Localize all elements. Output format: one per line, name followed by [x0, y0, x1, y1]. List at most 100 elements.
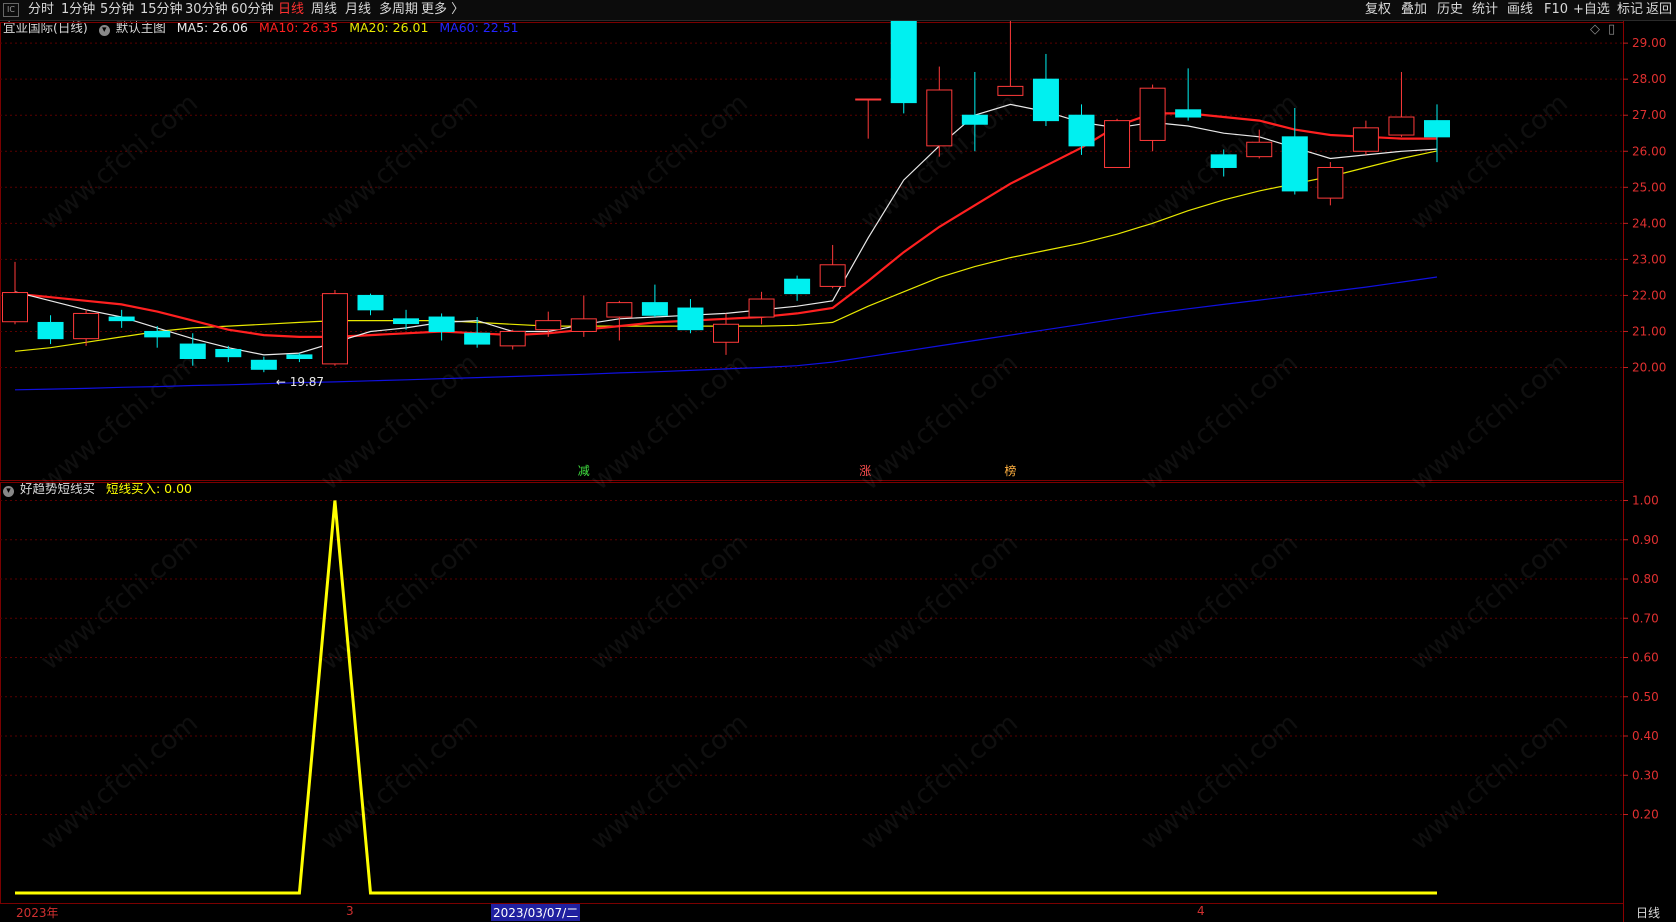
toolbar-button-4[interactable]: 画线 [1507, 2, 1533, 18]
main-y-tick-label: 26.00 [1632, 144, 1666, 158]
candle-body-up [606, 302, 633, 318]
main-y-tick-label: 27.00 [1632, 108, 1666, 122]
candle-body-up [321, 293, 348, 365]
candle-body-down [464, 332, 491, 345]
candle-body-down [286, 354, 313, 359]
toolbar-button-5[interactable]: F10 [1544, 2, 1568, 18]
candle-body-down [1424, 120, 1450, 138]
chart-area[interactable]: www.cfchi.com www.cfchi.com www.cfchi.com w… [0, 21, 1676, 922]
period-tab-2[interactable]: 5分钟 [100, 2, 134, 18]
candle-body-down [961, 114, 988, 125]
sub-y-tick-label: 0.80 [1632, 572, 1659, 586]
candle-body-up [926, 89, 953, 147]
period-tab-1[interactable]: 1分钟 [61, 2, 95, 18]
candle-body-up [1139, 87, 1166, 141]
candle-body-down [37, 321, 64, 340]
watermark-text: www.cfchi.com [35, 708, 204, 856]
period-tab-8[interactable]: 月线 [345, 2, 371, 18]
candle-body-down [641, 302, 668, 316]
candle-body-up [2, 292, 28, 323]
period-tab-6[interactable]: 日线 [278, 2, 304, 18]
y-axes: 30.0029.0028.0027.0026.0025.0024.0023.00… [1623, 36, 1666, 822]
crosshair-date-label: 2023/03/07/二 [491, 904, 581, 921]
period-tab-5[interactable]: 60分钟 [231, 2, 274, 18]
toolbar-button-1[interactable]: 叠加 [1401, 2, 1427, 18]
candle-body-up [855, 98, 882, 101]
toolbar-button-6[interactable]: +自选 [1573, 2, 1610, 18]
watermark-text: www.cfchi.com [35, 88, 204, 236]
toolbar-button-3[interactable]: 统计 [1472, 2, 1498, 18]
watermark-text: www.cfchi.com [855, 528, 1024, 676]
watermark-text: www.cfchi.com [1135, 348, 1304, 496]
candle-body-down [1175, 109, 1202, 118]
sub-y-tick-label: 0.90 [1632, 533, 1659, 547]
candle-body-down [1210, 154, 1237, 168]
watermark-text: www.cfchi.com [315, 348, 484, 496]
sub-panel-frame [0, 482, 1624, 904]
low-label: ← 19.87 [276, 375, 324, 389]
candle-body-down [144, 330, 171, 338]
candle-body-up [535, 320, 562, 331]
candle-body-up [570, 318, 597, 332]
sub-y-tick-label: 0.60 [1632, 651, 1659, 665]
candle-body-up [499, 330, 526, 347]
sub-y-tick-label: 0.40 [1632, 729, 1659, 743]
watermark-text: www.cfchi.com [585, 88, 754, 236]
candles [2, 21, 1450, 373]
period-tab-3[interactable]: 15分钟 [140, 2, 183, 18]
watermark-text: www.cfchi.com [585, 708, 754, 856]
candle-body-down [393, 318, 420, 325]
candle-body-up [1352, 127, 1379, 152]
toolbar-button-0[interactable]: 复权 [1365, 2, 1391, 18]
candle-body-down [1032, 78, 1059, 122]
candle-body-down [250, 359, 277, 370]
main-y-tick-label: 21.00 [1632, 324, 1666, 338]
event-mark: 涨 [859, 463, 871, 478]
period-tab-7[interactable]: 周线 [311, 2, 337, 18]
candle-body-down [179, 343, 206, 359]
sub-y-tick-label: 0.70 [1632, 611, 1659, 625]
period-tab-4[interactable]: 30分钟 [185, 2, 228, 18]
candle-body-up [819, 264, 846, 287]
candle-body-down [357, 294, 384, 311]
sub-y-tick-label: 1.00 [1632, 494, 1659, 508]
sub-y-tick-label: 0.20 [1632, 808, 1659, 822]
toolbar-button-7[interactable]: 标记 [1617, 2, 1643, 18]
watermark-text: www.cfchi.com [1135, 708, 1304, 856]
watermark-text: www.cfchi.com [855, 708, 1024, 856]
x-axis-label-month3: 3 [346, 904, 354, 918]
candle-body-up [1317, 166, 1344, 199]
grid [0, 21, 1624, 922]
candle-body-up [713, 323, 739, 343]
app-logo-icon: IC [3, 3, 19, 17]
candle-body-up [1388, 116, 1415, 136]
main-y-tick-label: 22.00 [1632, 288, 1666, 302]
x-axis-label-year: 2023年 [16, 906, 59, 920]
main-y-tick-label: 29.00 [1632, 36, 1666, 50]
period-tab-0[interactable]: 分时 [28, 2, 54, 18]
period-tab-9[interactable]: 多周期 [379, 2, 418, 18]
candle-body-down [428, 316, 455, 332]
candle-body-up [73, 312, 100, 340]
toolbar-button-2[interactable]: 历史 [1437, 2, 1463, 18]
main-y-tick-label: 23.00 [1632, 252, 1666, 266]
sub-y-tick-label: 0.50 [1632, 690, 1659, 704]
watermark-text: www.cfchi.com [1405, 708, 1574, 856]
watermark-text: www.cfchi.com [1135, 528, 1304, 676]
event-mark: 榜 [1004, 463, 1016, 478]
watermark-text: www.cfchi.com [1405, 348, 1574, 496]
x-axis-label-month4: 4 [1197, 904, 1205, 918]
candle-body-up [1104, 120, 1131, 168]
candle-body-up [748, 298, 775, 318]
candle-body-up [1246, 141, 1273, 158]
watermark-text: www.cfchi.com [315, 708, 484, 856]
main-panel-frame [0, 22, 1624, 481]
top-toolbar: IC 分时 1分钟 5分钟 15分钟 30分钟 60分钟 日线 周线 月线 多周期 更多 〉 复权叠… [0, 0, 1676, 21]
candle-body-down [1068, 114, 1095, 147]
toolbar-button-8[interactable]: 返回 [1646, 2, 1672, 18]
main-y-tick-label: 28.00 [1632, 72, 1666, 86]
main-y-tick-label: 20.00 [1632, 361, 1666, 375]
candle-body-down [215, 348, 242, 358]
period-tab-10[interactable]: 更多 〉 [421, 2, 464, 18]
sub-y-tick-label: 0.30 [1632, 768, 1659, 782]
